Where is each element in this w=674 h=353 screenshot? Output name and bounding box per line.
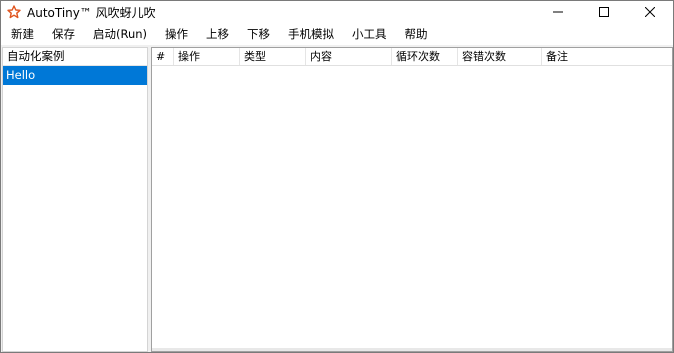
close-button[interactable] [627, 1, 673, 23]
menu-tools[interactable]: 小工具 [343, 23, 396, 45]
title-bar[interactable]: AutoTiny™ 风吹蚜儿吹 [1, 1, 673, 23]
column-header-operation[interactable]: 操作 [174, 48, 240, 65]
window-title: AutoTiny™ 风吹蚜儿吹 [27, 5, 156, 20]
menu-help[interactable]: 帮助 [396, 23, 437, 45]
case-list-item[interactable]: Hello [3, 66, 147, 85]
menu-run[interactable]: 启动(Run) [84, 23, 156, 45]
column-header-index[interactable]: # [152, 48, 174, 65]
grid-header: # 操作 类型 内容 循环次数 容错次数 备注 [152, 48, 672, 66]
case-list-panel: 自动化案例 Hello [2, 47, 148, 352]
menu-move-down[interactable]: 下移 [238, 23, 279, 45]
column-header-loop-count[interactable]: 循环次数 [392, 48, 458, 65]
menu-bar: 新建 保存 启动(Run) 操作 上移 下移 手机模拟 小工具 帮助 [1, 23, 673, 46]
window-controls [535, 1, 673, 23]
steps-grid: # 操作 类型 内容 循环次数 容错次数 备注 [151, 47, 673, 352]
case-list-header: 自动化案例 [3, 48, 147, 66]
column-header-retry-count[interactable]: 容错次数 [458, 48, 542, 65]
star-outline-icon [7, 5, 21, 19]
column-header-content[interactable]: 内容 [306, 48, 392, 65]
column-header-remarks[interactable]: 备注 [542, 48, 672, 65]
menu-new[interactable]: 新建 [1, 23, 43, 45]
grid-scrollbar-track[interactable] [152, 348, 672, 351]
menu-move-up[interactable]: 上移 [197, 23, 238, 45]
maximize-icon [599, 7, 609, 17]
menu-phone-simulate[interactable]: 手机模拟 [279, 23, 343, 45]
minimize-button[interactable] [535, 1, 581, 23]
app-window: AutoTiny™ 风吹蚜儿吹 新建 保存 启动(Run) 操作 上移 下移 手… [0, 0, 674, 353]
close-icon [645, 7, 655, 17]
menu-save[interactable]: 保存 [43, 23, 84, 45]
menu-operation[interactable]: 操作 [156, 23, 197, 45]
maximize-button[interactable] [581, 1, 627, 23]
column-header-type[interactable]: 类型 [240, 48, 306, 65]
minimize-icon [553, 7, 563, 17]
